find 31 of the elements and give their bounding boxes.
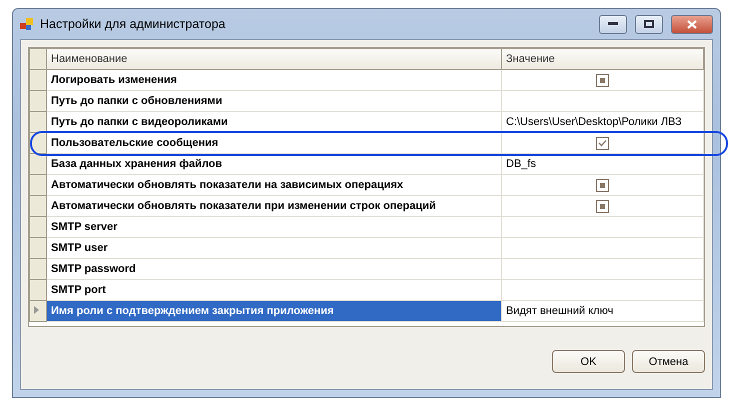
setting-name: SMTP password — [46, 258, 502, 280]
setting-name: Логировать изменения — [46, 70, 502, 90]
maximize-icon — [644, 20, 654, 28]
row-header[interactable] — [30, 112, 46, 132]
setting-value: C:\Users\User\Desktop\Ролики ЛВЗ — [506, 116, 682, 128]
setting-value: Видят внешний ключ — [506, 305, 614, 317]
setting-name: SMTP server — [46, 216, 502, 238]
setting-name: Путь до папки с обновлениями — [46, 90, 502, 112]
setting-name: Автоматически обновлять показатели при изменении строк операций — [46, 196, 502, 216]
current-row-icon — [34, 306, 39, 314]
checkbox[interactable] — [596, 200, 609, 212]
app-icon — [20, 17, 34, 31]
row-header[interactable] — [30, 154, 46, 174]
close-button[interactable] — [671, 14, 713, 34]
minimize-icon — [608, 22, 618, 26]
checkbox[interactable] — [596, 178, 609, 192]
maximize-button[interactable] — [635, 14, 663, 34]
minimize-button[interactable] — [599, 14, 627, 34]
setting-name: База данных хранения файлов — [46, 154, 502, 174]
dialog-button[interactable]: Отмена — [632, 350, 705, 373]
dialog-button[interactable]: OK — [552, 350, 625, 373]
setting-name: SMTP user — [46, 238, 502, 258]
setting-name: Имя роли с подтверждением закрытия приложения — [46, 300, 502, 322]
column-header[interactable]: Наименование — [46, 48, 502, 70]
column-header[interactable]: Значение — [502, 48, 704, 70]
setting-value: DB_fs — [506, 158, 536, 170]
close-icon — [687, 20, 697, 28]
window-title: Настройки для администратора — [40, 17, 226, 31]
checkbox[interactable] — [596, 74, 609, 86]
setting-name: Автоматически обновлять показатели на зависимых операциях — [46, 174, 502, 196]
checkbox[interactable] — [596, 136, 609, 150]
